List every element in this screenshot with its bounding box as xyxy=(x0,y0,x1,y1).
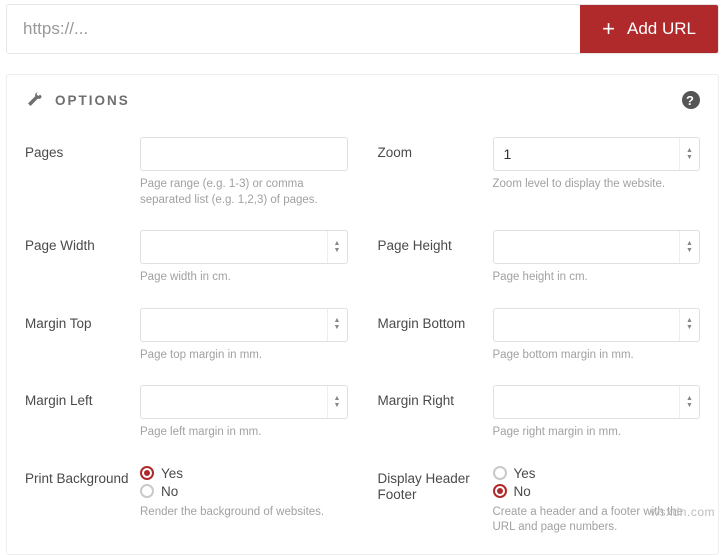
label-display-header-footer: Display Header Footer xyxy=(378,463,483,505)
radio-icon xyxy=(140,466,154,480)
stepper-icon[interactable]: ▲▼ xyxy=(327,309,347,341)
radio-print-background-no[interactable]: No xyxy=(140,484,348,499)
options-form: Pages Page range (e.g. 1-3) or comma sep… xyxy=(7,123,718,554)
field-margin-bottom: Margin Bottom ▲▼ Page bottom margin in m… xyxy=(378,308,701,364)
help-pages: Page range (e.g. 1-3) or comma separated… xyxy=(140,177,348,208)
field-margin-right: Margin Right ▲▼ Page right margin in mm. xyxy=(378,385,701,441)
help-page-width: Page width in cm. xyxy=(140,270,348,286)
label-margin-top: Margin Top xyxy=(25,308,130,333)
help-zoom: Zoom level to display the website. xyxy=(493,177,701,193)
help-print-background: Render the background of websites. xyxy=(140,505,348,521)
plus-icon: + xyxy=(602,18,615,40)
add-url-button[interactable]: + Add URL xyxy=(580,5,718,53)
help-margin-bottom: Page bottom margin in mm. xyxy=(493,348,701,364)
radio-icon xyxy=(493,466,507,480)
radio-print-background-yes[interactable]: Yes xyxy=(140,466,348,481)
help-margin-left: Page left margin in mm. xyxy=(140,425,348,441)
label-page-width: Page Width xyxy=(25,230,130,255)
options-header: OPTIONS ? xyxy=(7,75,718,123)
label-zoom: Zoom xyxy=(378,137,483,162)
help-margin-right: Page right margin in mm. xyxy=(493,425,701,441)
field-zoom: Zoom 1 ▲▼ Zoom level to display the webs… xyxy=(378,137,701,208)
radio-icon xyxy=(493,484,507,498)
label-page-height: Page Height xyxy=(378,230,483,255)
field-margin-left: Margin Left ▲▼ Page left margin in mm. xyxy=(25,385,348,441)
stepper-icon[interactable]: ▲▼ xyxy=(327,386,347,418)
watermark: wsxdn.com xyxy=(650,505,715,519)
field-page-height: Page Height ▲▼ Page height in cm. xyxy=(378,230,701,286)
url-input[interactable] xyxy=(7,5,580,53)
stepper-icon[interactable]: ▲▼ xyxy=(679,309,699,341)
input-margin-bottom[interactable]: ▲▼ xyxy=(493,308,701,342)
input-page-width[interactable]: ▲▼ xyxy=(140,230,348,264)
input-margin-top[interactable]: ▲▼ xyxy=(140,308,348,342)
help-page-height: Page height in cm. xyxy=(493,270,701,286)
input-margin-right[interactable]: ▲▼ xyxy=(493,385,701,419)
label-margin-bottom: Margin Bottom xyxy=(378,308,483,333)
field-margin-top: Margin Top ▲▼ Page top margin in mm. xyxy=(25,308,348,364)
label-print-background: Print Background xyxy=(25,463,130,488)
input-zoom[interactable]: 1 ▲▼ xyxy=(493,137,701,171)
input-pages[interactable] xyxy=(140,137,348,171)
add-url-label: Add URL xyxy=(627,19,696,39)
label-pages: Pages xyxy=(25,137,130,162)
radio-display-header-footer-no[interactable]: No xyxy=(493,484,701,499)
field-pages: Pages Page range (e.g. 1-3) or comma sep… xyxy=(25,137,348,208)
stepper-icon[interactable]: ▲▼ xyxy=(679,231,699,263)
options-panel: OPTIONS ? Pages Page range (e.g. 1-3) or… xyxy=(6,74,719,555)
wrench-icon xyxy=(25,91,43,109)
radio-icon xyxy=(140,484,154,498)
options-title: OPTIONS xyxy=(55,93,130,108)
label-margin-right: Margin Right xyxy=(378,385,483,410)
stepper-icon[interactable]: ▲▼ xyxy=(679,386,699,418)
radio-display-header-footer-yes[interactable]: Yes xyxy=(493,466,701,481)
stepper-icon[interactable]: ▲▼ xyxy=(679,138,699,170)
field-page-width: Page Width ▲▼ Page width in cm. xyxy=(25,230,348,286)
help-margin-top: Page top margin in mm. xyxy=(140,348,348,364)
label-margin-left: Margin Left xyxy=(25,385,130,410)
input-margin-left[interactable]: ▲▼ xyxy=(140,385,348,419)
stepper-icon[interactable]: ▲▼ xyxy=(327,231,347,263)
url-bar: + Add URL xyxy=(6,4,719,54)
help-icon[interactable]: ? xyxy=(682,91,700,109)
input-page-height[interactable]: ▲▼ xyxy=(493,230,701,264)
